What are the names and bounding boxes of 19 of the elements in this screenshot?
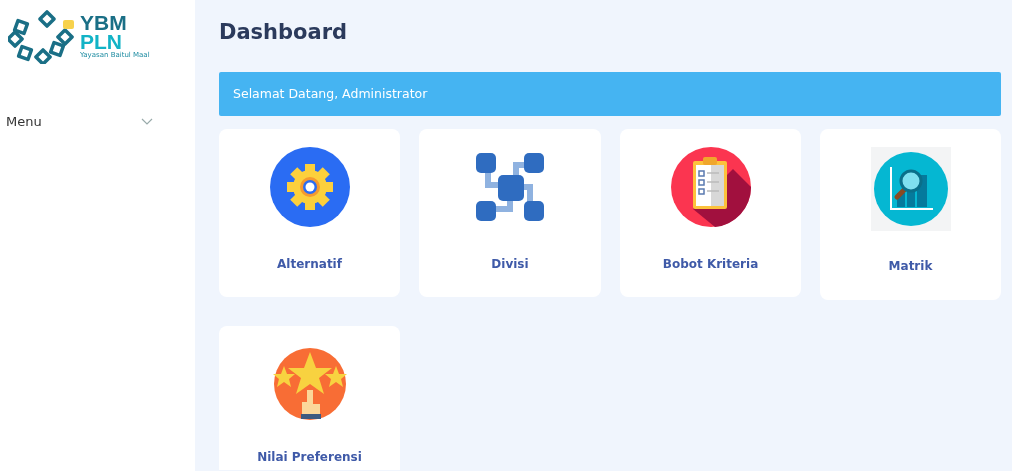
- logo-icon: [8, 8, 74, 64]
- card-label: Alternatif: [277, 257, 342, 271]
- page-title: Dashboard: [219, 19, 349, 46]
- welcome-banner: Selamat Datang, Administrator: [219, 72, 1001, 116]
- gear-icon: [269, 147, 350, 227]
- menu-card[interactable]: Bobot Kriteria: [620, 129, 801, 297]
- menu-card[interactable]: Nilai Preferensi: [219, 326, 400, 470]
- menu-item[interactable]: Menu: [0, 110, 153, 133]
- card-label: Nilai Preferensi: [257, 450, 362, 464]
- menu-card[interactable]: Matrik: [820, 129, 1001, 300]
- menu-card[interactable]: Alternatif: [219, 129, 400, 297]
- menu-card[interactable]: Divisi: [419, 129, 601, 297]
- card-label: Matrik: [888, 259, 933, 273]
- logo-text: PLN: [80, 31, 122, 51]
- card-label: Divisi: [491, 257, 529, 271]
- logo-text: YBM: [80, 12, 128, 32]
- card-label: Bobot Kriteria: [662, 257, 759, 271]
- clipboard-icon: [670, 147, 751, 227]
- chart-icon: [870, 147, 951, 231]
